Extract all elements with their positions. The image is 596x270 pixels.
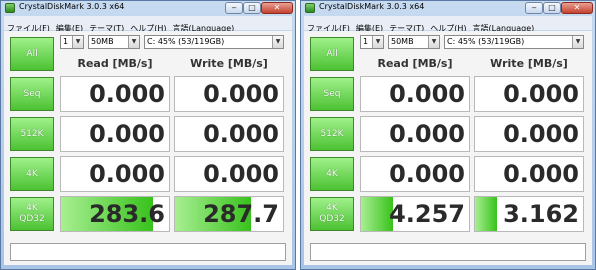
test-button-1[interactable]: 512K — [310, 117, 354, 151]
read-result: 0.000 — [60, 116, 170, 152]
write-header: Write [MB/s] — [190, 57, 268, 70]
chevron-down-icon: ▼ — [128, 36, 139, 48]
drive-select-value: C: 45% (53/119GB) — [447, 37, 525, 46]
read-value: 0.000 — [389, 160, 465, 188]
write-result: 0.000 — [174, 76, 284, 112]
write-value: 0.000 — [203, 80, 279, 108]
test-button-0[interactable]: Seq — [310, 77, 354, 111]
read-value: 0.000 — [389, 80, 465, 108]
test-count-select[interactable]: 1 ▼ — [60, 35, 84, 49]
read-result: 0.000 — [360, 76, 470, 112]
test-button-label: Seq — [23, 88, 41, 99]
chevron-down-icon: ▼ — [72, 36, 83, 48]
title-bar: CrystalDiskMark 3.0.3 x64 ‒ □ ✕ — [301, 1, 595, 15]
title-bar: CrystalDiskMark 3.0.3 x64 ‒ □ ✕ — [1, 1, 295, 15]
all-button-label: All — [26, 48, 38, 59]
test-size-select-value: 50MB — [91, 37, 114, 46]
client-area: All 1 ▼ 50MB ▼ C: 45% (53/119GB) ▼ Read [MB/s] W… — [304, 31, 592, 265]
cdm-window-1: CrystalDiskMark 3.0.3 x64 ‒ □ ✕ ファイル(F) 編集(E)… — [0, 0, 296, 270]
status-bar — [310, 243, 586, 261]
status-bar — [10, 243, 286, 261]
maximize-button[interactable]: □ — [543, 2, 561, 14]
menu-bar: ファイル(F) 編集(E) テーマ(T) ヘルプ(H) 言語(Language) — [304, 16, 592, 33]
read-header: Read [MB/s] — [77, 57, 153, 70]
test-size-select-value: 50MB — [391, 37, 414, 46]
menu-bar: ファイル(F) 編集(E) テーマ(T) ヘルプ(H) 言語(Language) — [4, 16, 292, 33]
test-count-select-value: 1 — [363, 37, 369, 46]
read-result: 0.000 — [360, 116, 470, 152]
read-header: Read [MB/s] — [377, 57, 453, 70]
close-button[interactable]: ✕ — [561, 2, 593, 14]
write-result: 0.000 — [174, 116, 284, 152]
write-result: 0.000 — [474, 76, 584, 112]
drive-select-value: C: 45% (53/119GB) — [147, 37, 225, 46]
test-button-label: 4K — [326, 203, 338, 213]
test-count-select-value: 1 — [63, 37, 69, 46]
app-icon — [5, 3, 15, 13]
test-button-label: QD32 — [19, 214, 45, 224]
all-button-label: All — [326, 48, 338, 59]
close-button[interactable]: ✕ — [261, 2, 293, 14]
test-button-label: 512K — [320, 128, 344, 139]
test-size-select[interactable]: 50MB ▼ — [388, 35, 440, 49]
test-button-label: 512K — [20, 128, 44, 139]
write-progress-fill — [475, 197, 497, 231]
chevron-down-icon: ▼ — [572, 36, 583, 48]
read-result: 0.000 — [60, 76, 170, 112]
read-value: 283.6 — [89, 200, 165, 228]
test-count-select[interactable]: 1 ▼ — [360, 35, 384, 49]
minimize-button[interactable]: ‒ — [525, 2, 543, 14]
test-button-1[interactable]: 512K — [10, 117, 54, 151]
test-button-3[interactable]: 4K QD32 — [10, 197, 54, 231]
test-button-label: Seq — [323, 88, 341, 99]
client-area: All 1 ▼ 50MB ▼ C: 45% (53/119GB) ▼ Read [MB/s] W… — [4, 31, 292, 265]
read-value: 4.257 — [389, 200, 465, 228]
chevron-down-icon: ▼ — [272, 36, 283, 48]
window-title: CrystalDiskMark 3.0.3 x64 — [19, 2, 125, 11]
all-button[interactable]: All — [10, 37, 54, 71]
test-button-label: 4K — [26, 168, 38, 179]
read-result: 0.000 — [60, 156, 170, 192]
write-result: 3.162 — [474, 196, 584, 232]
drive-select[interactable]: C: 45% (53/119GB) ▼ — [144, 35, 284, 49]
drive-select[interactable]: C: 45% (53/119GB) ▼ — [444, 35, 584, 49]
write-result: 0.000 — [474, 116, 584, 152]
maximize-button[interactable]: □ — [243, 2, 261, 14]
read-result: 283.6 — [60, 196, 170, 232]
read-value: 0.000 — [89, 120, 165, 148]
write-value: 0.000 — [503, 80, 579, 108]
write-value: 0.000 — [203, 120, 279, 148]
read-value: 0.000 — [89, 80, 165, 108]
app-icon — [305, 3, 315, 13]
write-value: 0.000 — [203, 160, 279, 188]
test-button-0[interactable]: Seq — [10, 77, 54, 111]
test-button-label: QD32 — [319, 214, 345, 224]
test-button-2[interactable]: 4K — [310, 157, 354, 191]
window-title: CrystalDiskMark 3.0.3 x64 — [319, 2, 425, 11]
write-result: 0.000 — [174, 156, 284, 192]
cdm-window-2: CrystalDiskMark 3.0.3 x64 ‒ □ ✕ ファイル(F) 編集(E)… — [300, 0, 596, 270]
test-button-label: 4K — [26, 203, 38, 213]
chevron-down-icon: ▼ — [372, 36, 383, 48]
test-button-label: 4K — [326, 168, 338, 179]
read-value: 0.000 — [89, 160, 165, 188]
test-button-3[interactable]: 4K QD32 — [310, 197, 354, 231]
write-value: 0.000 — [503, 160, 579, 188]
write-value: 3.162 — [503, 200, 579, 228]
write-value: 0.000 — [503, 120, 579, 148]
test-button-2[interactable]: 4K — [10, 157, 54, 191]
chevron-down-icon: ▼ — [428, 36, 439, 48]
write-value: 287.7 — [203, 200, 279, 228]
all-button[interactable]: All — [310, 37, 354, 71]
write-header: Write [MB/s] — [490, 57, 568, 70]
read-result: 4.257 — [360, 196, 470, 232]
read-result: 0.000 — [360, 156, 470, 192]
test-size-select[interactable]: 50MB ▼ — [88, 35, 140, 49]
read-value: 0.000 — [389, 120, 465, 148]
minimize-button[interactable]: ‒ — [225, 2, 243, 14]
write-result: 287.7 — [174, 196, 284, 232]
write-result: 0.000 — [474, 156, 584, 192]
